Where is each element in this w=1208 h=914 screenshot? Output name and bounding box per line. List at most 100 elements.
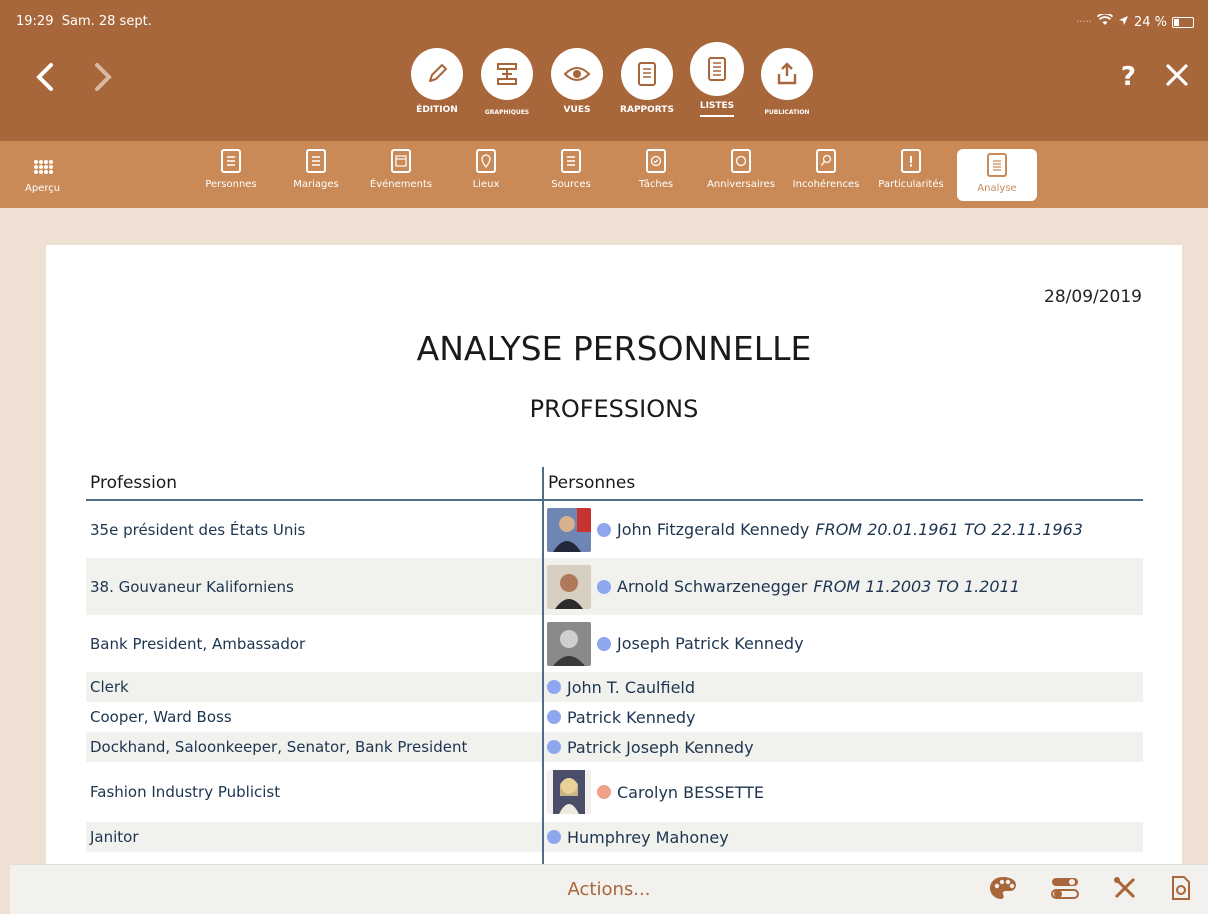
report-subtitle: PROFESSIONS bbox=[529, 395, 699, 423]
profession-cell: Clerk bbox=[90, 678, 129, 696]
apercu-label: Aperçu bbox=[25, 183, 61, 194]
tab-label: Anniversaires bbox=[707, 179, 775, 190]
eye-icon bbox=[551, 48, 603, 100]
table-row[interactable]: Fashion Industry Publicist Carolyn BESSE… bbox=[86, 762, 1143, 822]
tab-taches[interactable]: Tâches bbox=[616, 149, 696, 190]
tab-incoherences[interactable]: Incohérences bbox=[786, 149, 866, 190]
anniversary-icon bbox=[731, 149, 751, 173]
person-cell[interactable]: Patrick Kennedy bbox=[543, 708, 695, 727]
tab-label: Particularités bbox=[878, 179, 944, 190]
person-photo bbox=[547, 770, 591, 814]
tab-particularites[interactable]: Particularités bbox=[871, 149, 951, 190]
mode-vues[interactable]: VUES bbox=[549, 48, 605, 117]
profession-cell: 35e président des États Unis bbox=[90, 520, 306, 539]
palette-icon[interactable] bbox=[988, 875, 1018, 905]
person-name: John Fitzgerald Kennedy bbox=[617, 520, 810, 539]
mode-label: VUES bbox=[563, 105, 591, 115]
toggle-settings-icon[interactable] bbox=[1050, 875, 1080, 905]
location-arrow-icon bbox=[1118, 15, 1129, 30]
back-button[interactable] bbox=[34, 60, 56, 98]
tab-label: Mariages bbox=[293, 179, 339, 190]
mode-label: PUBLICATION bbox=[764, 109, 810, 116]
person-period: FROM 20.01.1961 TO 22.11.1963 bbox=[815, 520, 1083, 539]
list-type-toolbar: Aperçu Personnes Mariages Événements Lie… bbox=[0, 141, 1208, 208]
person-cell[interactable]: Humphrey Mahoney bbox=[543, 828, 729, 847]
status-bar: 19:29 Sam. 28 sept. ····· 24 % bbox=[0, 0, 1208, 40]
bottom-toolbar: Actions... bbox=[10, 864, 1208, 914]
tab-evenements[interactable]: Événements bbox=[361, 149, 441, 190]
tab-sources[interactable]: Sources bbox=[531, 149, 611, 190]
battery-icon bbox=[1172, 16, 1194, 28]
person-name: Humphrey Mahoney bbox=[567, 827, 729, 847]
tools-icon[interactable] bbox=[1112, 875, 1138, 905]
tab-lieux[interactable]: Lieux bbox=[446, 149, 526, 190]
tasks-icon bbox=[646, 149, 666, 173]
person-cell[interactable]: Joseph Patrick Kennedy bbox=[543, 621, 804, 666]
signal-dots-icon: ····· bbox=[1076, 16, 1092, 28]
report-date: 28/09/2019 bbox=[1044, 287, 1142, 307]
table-row[interactable]: 38. Gouvaneur Kaliforniens Arnold Schwar… bbox=[86, 558, 1143, 615]
tab-label: Tâches bbox=[638, 179, 674, 190]
person-cell[interactable]: Arnold Schwarzenegger FROM 11.2003 TO 1.… bbox=[543, 564, 1020, 609]
gender-dot bbox=[597, 636, 611, 651]
person-name: Joseph Patrick Kennedy bbox=[617, 634, 804, 653]
wifi-icon bbox=[1096, 12, 1114, 30]
pencil-icon bbox=[411, 48, 463, 100]
gender-dot bbox=[547, 740, 561, 754]
help-button[interactable]: ? bbox=[1121, 62, 1136, 92]
tab-mariages[interactable]: Mariages bbox=[276, 149, 356, 190]
forward-button[interactable] bbox=[92, 60, 114, 98]
top-toolbar: 19:29 Sam. 28 sept. ····· 24 % ÉDITION G… bbox=[0, 0, 1208, 141]
table-row[interactable]: Dockhand, Saloonkeeper, Senator, Bank Pr… bbox=[86, 732, 1143, 762]
mode-listes[interactable]: LISTES bbox=[689, 42, 745, 117]
upload-icon bbox=[761, 48, 813, 100]
report-page: 28/09/2019 ANALYSE PERSONNELLE PROFESSIO… bbox=[46, 245, 1182, 875]
exclamation-icon bbox=[901, 149, 921, 173]
mode-graphiques[interactable]: GRAPHIQUES bbox=[479, 48, 535, 117]
document-settings-icon[interactable] bbox=[1170, 875, 1192, 905]
bottom-icons bbox=[988, 875, 1192, 905]
chart-tree-icon bbox=[481, 48, 533, 100]
table-row[interactable]: Clerk John T. Caulfield bbox=[86, 672, 1143, 702]
person-name: Patrick Kennedy bbox=[567, 707, 696, 727]
header-persons: Personnes bbox=[548, 473, 636, 493]
profession-cell: Fashion Industry Publicist bbox=[90, 783, 281, 801]
person-cell[interactable]: Carolyn BESSETTE bbox=[543, 770, 764, 814]
status-time: 19:29 Sam. 28 sept. bbox=[16, 14, 152, 29]
table-header: Profession Personnes bbox=[86, 467, 1143, 501]
place-icon bbox=[476, 149, 496, 173]
sources-icon bbox=[561, 149, 581, 173]
person-photo bbox=[547, 564, 591, 609]
tab-label: Personnes bbox=[205, 179, 257, 190]
mode-label: LISTES bbox=[699, 101, 735, 117]
person-cell[interactable]: John T. Caulfield bbox=[543, 678, 695, 697]
grid-icon bbox=[33, 159, 53, 179]
profession-cell: Dockhand, Saloonkeeper, Senator, Bank Pr… bbox=[90, 738, 468, 756]
mode-edition[interactable]: ÉDITION bbox=[409, 48, 465, 117]
table-row[interactable]: 35e président des États Unis John Fitzge… bbox=[86, 501, 1143, 558]
report-icon bbox=[621, 48, 673, 100]
search-icon bbox=[816, 149, 836, 173]
tab-personnes[interactable]: Personnes bbox=[191, 149, 271, 190]
mode-rapports[interactable]: RAPPORTS bbox=[619, 48, 675, 117]
tab-label: Événements bbox=[369, 179, 433, 190]
apercu-button[interactable]: Aperçu bbox=[25, 159, 60, 194]
tab-analyse[interactable]: Analyse bbox=[957, 149, 1037, 201]
table-row[interactable]: Bank President, Ambassador Joseph Patric… bbox=[86, 615, 1143, 672]
mode-publication[interactable]: PUBLICATION bbox=[759, 48, 815, 117]
table-row[interactable]: Janitor Humphrey Mahoney bbox=[86, 822, 1143, 852]
person-name: John T. Caulfield bbox=[567, 677, 696, 697]
person-cell[interactable]: Patrick Joseph Kennedy bbox=[543, 738, 754, 757]
list-icon bbox=[690, 42, 744, 96]
tab-label: Sources bbox=[551, 179, 591, 190]
person-photo bbox=[547, 507, 591, 552]
mode-label: ÉDITION bbox=[416, 105, 458, 115]
close-button[interactable] bbox=[1164, 58, 1190, 96]
profession-cell: Cooper, Ward Boss bbox=[90, 708, 232, 726]
person-cell[interactable]: John Fitzgerald Kennedy FROM 20.01.1961 … bbox=[543, 507, 1083, 552]
tab-anniversaires[interactable]: Anniversaires bbox=[701, 149, 781, 190]
person-period: FROM 11.2003 TO 1.2011 bbox=[813, 577, 1020, 596]
mode-label: RAPPORTS bbox=[620, 105, 674, 115]
table-row[interactable]: Cooper, Ward Boss Patrick Kennedy bbox=[86, 702, 1143, 732]
gender-dot bbox=[597, 579, 611, 594]
